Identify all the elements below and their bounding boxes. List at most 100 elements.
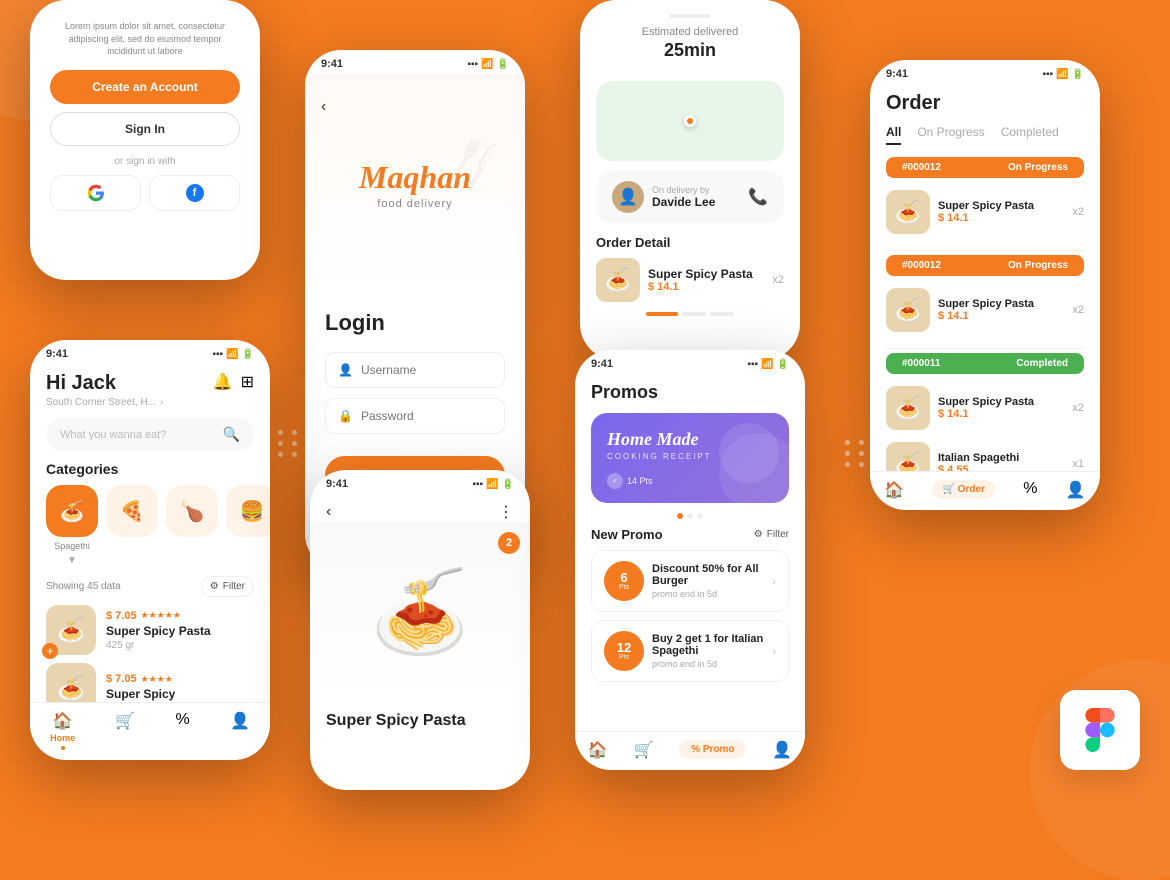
order-status-1: On Progress xyxy=(1008,162,1068,173)
user-icon: 👤 xyxy=(338,363,353,377)
password-input-row[interactable]: 🔒 xyxy=(325,398,505,434)
food-name-1: Super Spicy Pasta xyxy=(106,624,254,638)
nav-promo[interactable]: % xyxy=(175,711,189,750)
nav-cart[interactable]: 🛒 xyxy=(634,740,654,760)
order-card-image-1: 🍝 xyxy=(886,190,930,234)
category-burger[interactable]: 🍔 xyxy=(226,485,270,566)
google-login-button[interactable] xyxy=(50,175,141,211)
food-image-1: 🍝 + xyxy=(46,605,96,655)
more-options-icon[interactable]: ⋮ xyxy=(498,502,514,522)
promo-item-2[interactable]: 12 Pts Buy 2 get 1 for Italian Spagethi … xyxy=(591,620,789,682)
home-nav-label: Home xyxy=(50,733,75,743)
filter-button[interactable]: ⚙ Filter xyxy=(201,576,254,597)
map-pin xyxy=(684,115,696,127)
promo-item-1[interactable]: 6 Pts Discount 50% for All Burger promo … xyxy=(591,550,789,612)
tab-all[interactable]: All xyxy=(886,125,901,145)
search-placeholder: What you wanna eat? xyxy=(60,429,217,441)
filter-label: Filter xyxy=(767,529,789,540)
password-input[interactable] xyxy=(361,409,492,423)
tab-on-progress[interactable]: On Progress xyxy=(917,125,984,145)
nav-profile[interactable]: 👤 xyxy=(772,740,792,760)
status-time: 9:41 xyxy=(591,358,613,370)
cart-nav-icon: 🛒 xyxy=(115,711,135,731)
nav-cart[interactable]: 🛒 xyxy=(115,711,135,750)
tab-completed[interactable]: Completed xyxy=(1001,125,1059,145)
phone-order-detail: Estimated delivered 25min 👤 On delivery … xyxy=(580,0,800,360)
order-card-1[interactable]: 🍝 Super Spicy Pasta $ 14.1 x2 xyxy=(870,184,1100,240)
order-card-image-2: 🍝 xyxy=(886,288,930,332)
figma-logo xyxy=(1060,690,1140,770)
promo-nav-icon: % xyxy=(175,711,189,729)
promo-icon: % xyxy=(1023,480,1037,498)
pts-label-2: Pts xyxy=(619,654,629,661)
create-account-button[interactable]: Create an Account xyxy=(50,70,240,104)
pts-badge-1: 6 Pts xyxy=(604,561,644,601)
filter-button[interactable]: ⚙ Filter xyxy=(754,529,789,540)
expand-icon[interactable]: ▼ xyxy=(67,555,77,566)
login-title: Login xyxy=(325,310,505,336)
nav-promo[interactable]: % xyxy=(1023,480,1037,500)
order-card-price-1: $ 14.1 xyxy=(938,212,1064,224)
lorem-text: Lorem ipsum dolor sit amet, consectetur … xyxy=(50,20,240,58)
call-driver-button[interactable]: 📞 xyxy=(748,187,768,207)
order-card-3[interactable]: 🍝 Super Spicy Pasta $ 14.1 x2 xyxy=(870,380,1100,436)
showing-count: Showing 45 data xyxy=(46,581,121,592)
header-top: Hi Jack South Corner Street, H... › 🔔 ⊞ xyxy=(46,372,254,408)
showing-row: Showing 45 data ⚙ Filter xyxy=(30,576,270,597)
search-bar[interactable]: What you wanna eat? 🔍 xyxy=(46,418,254,451)
profile-icon: 👤 xyxy=(1066,480,1086,500)
order-card-2[interactable]: 🍝 Super Spicy Pasta $ 14.1 x2 xyxy=(870,282,1100,338)
username-input[interactable] xyxy=(361,363,492,377)
food-weight-1: 425 gr xyxy=(106,640,254,651)
order-card-name-3: Super Spicy Pasta xyxy=(938,396,1064,408)
filter-icon: ⚙ xyxy=(754,529,763,540)
sign-in-button[interactable]: Sign In xyxy=(50,112,240,146)
order-active-label: 🛒 Order xyxy=(932,480,994,499)
spagethi-label: Spagethi xyxy=(54,541,90,551)
estimated-label: Estimated delivered xyxy=(596,26,784,38)
driver-name: Davide Lee xyxy=(652,195,748,209)
promo-name-2: Buy 2 get 1 for Italian Spagethi xyxy=(652,633,764,657)
order-card-name-1: Super Spicy Pasta xyxy=(938,200,1064,212)
grid-icon[interactable]: ⊞ xyxy=(241,372,254,392)
nav-profile[interactable]: 👤 xyxy=(230,711,250,750)
order-status-3: Completed xyxy=(1016,358,1068,369)
back-button[interactable]: ‹ xyxy=(326,503,331,521)
bottom-nav: 🏠 Home 🛒 % 👤 xyxy=(30,702,270,760)
food-main-image: 🍝 2 xyxy=(310,522,530,702)
food-detail-header: ‹ ⋮ xyxy=(310,494,530,522)
categories-title: Categories xyxy=(30,461,270,477)
add-food-1-button[interactable]: + xyxy=(42,643,58,659)
category-pizza[interactable]: 🍕 xyxy=(106,485,158,566)
status-bar: 9:41 ▪▪▪ 📶 🔋 xyxy=(870,60,1100,84)
phone-food-detail: 9:41 ▪▪▪ 📶 🔋 ‹ ⋮ 🍝 2 Super Spicy Pasta xyxy=(310,470,530,790)
status-icons: ▪▪▪ 📶 🔋 xyxy=(747,359,789,370)
nav-home[interactable]: 🏠 xyxy=(588,740,608,760)
food-info-2: $ 7.05 ★★★★ Super Spicy xyxy=(106,673,254,703)
nav-home[interactable]: 🏠 xyxy=(884,480,904,500)
facebook-login-button[interactable]: f xyxy=(149,175,240,211)
username-input-row[interactable]: 👤 xyxy=(325,352,505,388)
order-detail-item: 🍝 Super Spicy Pasta $ 14.1 x2 xyxy=(580,258,800,302)
nav-order-active[interactable]: 🛒 Order xyxy=(932,480,994,500)
nav-promo-active[interactable]: % Promo xyxy=(679,740,746,760)
nav-profile[interactable]: 👤 xyxy=(1066,480,1086,500)
search-icon[interactable]: 🔍 xyxy=(223,426,240,443)
back-button[interactable]: ‹ xyxy=(321,98,326,116)
new-promo-row: New Promo ⚙ Filter xyxy=(575,527,805,542)
profile-icon: 👤 xyxy=(772,740,792,760)
chicken-icon-box: 🍗 xyxy=(166,485,218,537)
notification-icon[interactable]: 🔔 xyxy=(213,372,233,392)
cart-count-badge: 2 xyxy=(498,532,520,554)
order-card-name-2: Super Spicy Pasta xyxy=(938,298,1064,310)
delivery-by-card: 👤 On delivery by Davide Lee 📞 xyxy=(596,171,784,223)
order-badge-2: #000012 On Progress xyxy=(886,255,1084,276)
food-item-1[interactable]: 🍝 + $ 7.05 ★★★★★ Super Spicy Pasta 425 g… xyxy=(46,605,254,655)
food-price-1: $ 7.05 xyxy=(106,610,137,622)
order-tabs: All On Progress Completed xyxy=(870,125,1100,145)
promo-banner[interactable]: Home Made COOKING RECEIPT ✓ 14 Pts xyxy=(591,413,789,503)
nav-home[interactable]: 🏠 Home xyxy=(50,711,75,750)
category-spagethi[interactable]: 🍝 Spagethi ▼ xyxy=(46,485,98,566)
category-chicken[interactable]: 🍗 xyxy=(166,485,218,566)
pts-num-1: 6 xyxy=(620,571,627,584)
